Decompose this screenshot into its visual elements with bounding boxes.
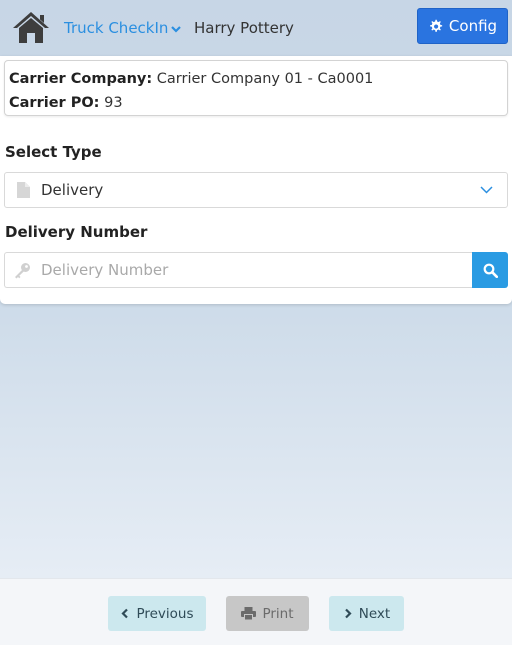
chevron-down-icon (171, 26, 182, 33)
previous-button[interactable]: Previous (108, 596, 206, 631)
carrier-po-label: Carrier PO: (9, 95, 100, 111)
carrier-company-label: Carrier Company: (9, 71, 153, 87)
chevron-right-icon (344, 608, 352, 619)
module-dropdown[interactable]: Truck CheckIn (64, 19, 182, 37)
carrier-company-value: Carrier Company 01 - Ca0001 (156, 71, 374, 87)
print-label: Print (262, 605, 294, 622)
carrier-info-card: Carrier Company: Carrier Company 01 - Ca… (4, 60, 508, 116)
config-button[interactable]: Config (417, 8, 508, 44)
select-type-label: Select Type (5, 143, 102, 161)
select-type-value: Delivery (41, 181, 104, 199)
previous-label: Previous (136, 605, 194, 622)
gear-icon (429, 19, 443, 32)
printer-icon (241, 607, 257, 620)
carrier-po-value: 93 (104, 95, 123, 111)
home-icon[interactable] (12, 10, 50, 44)
document-icon (17, 182, 30, 198)
key-icon (15, 263, 30, 279)
company-name: Harry Pottery (194, 19, 294, 37)
footer-bar: Previous Print Next (0, 578, 512, 645)
carrier-po-row: Carrier PO: 93 (9, 91, 503, 115)
next-label: Next (358, 605, 391, 622)
config-label: Config (448, 17, 498, 35)
delivery-number-group (4, 252, 508, 288)
next-button[interactable]: Next (329, 596, 404, 631)
top-bar: Truck CheckIn Harry Pottery Config (0, 0, 512, 56)
module-label: Truck CheckIn (64, 19, 169, 37)
search-button[interactable] (472, 252, 508, 288)
delivery-number-input[interactable] (4, 252, 473, 288)
carrier-company-row: Carrier Company: Carrier Company 01 - Ca… (9, 67, 503, 91)
checkin-panel: Carrier Company: Carrier Company 01 - Ca… (0, 56, 512, 304)
chevron-down-icon (480, 186, 493, 194)
search-icon (483, 263, 498, 278)
print-button[interactable]: Print (226, 596, 309, 631)
delivery-number-label: Delivery Number (5, 223, 148, 241)
chevron-left-icon (121, 608, 129, 619)
select-type-dropdown[interactable]: Delivery (4, 172, 508, 208)
